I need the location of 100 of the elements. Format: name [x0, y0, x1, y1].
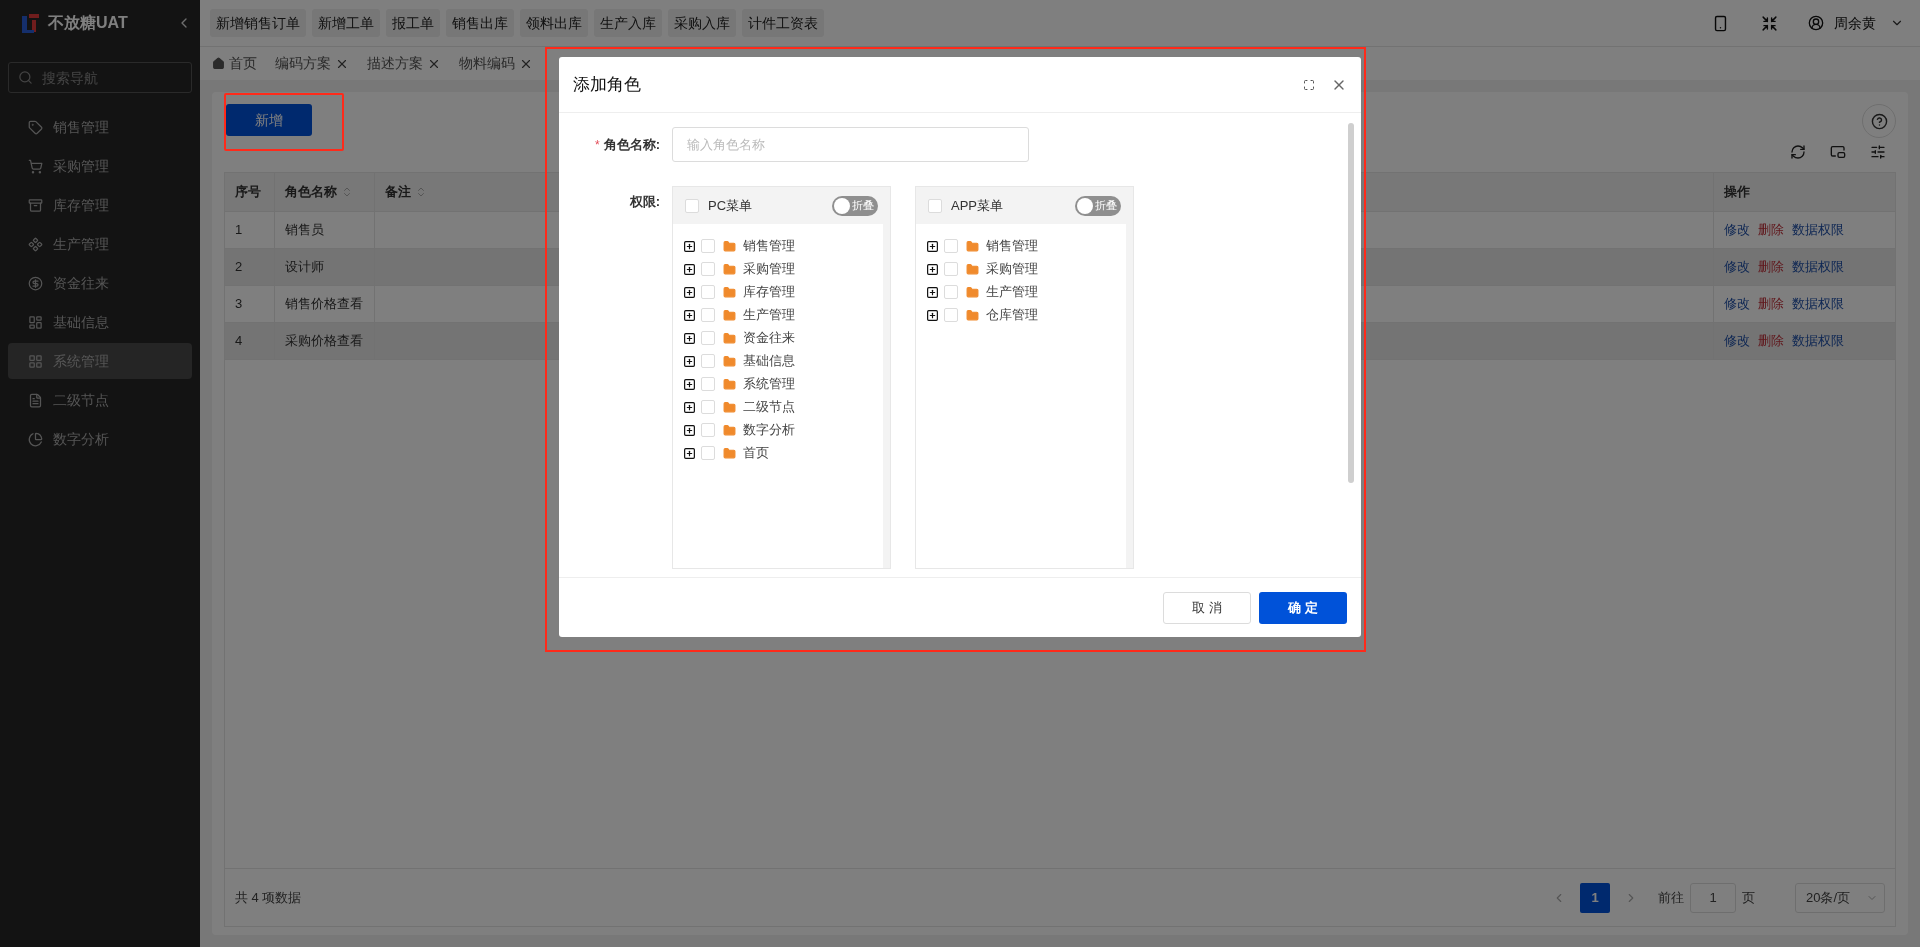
table-cell: 4 [225, 323, 275, 359]
checkbox[interactable] [701, 262, 715, 276]
tree-item-label[interactable]: 仓库管理 [986, 305, 1038, 325]
expand-icon[interactable] [926, 262, 939, 276]
tree-item-label[interactable]: 资金往来 [743, 328, 795, 348]
shrink-icon[interactable] [1761, 14, 1778, 32]
tree-item-label[interactable]: 销售管理 [743, 236, 795, 256]
quick-action-button[interactable]: 新增工单 [312, 9, 380, 37]
checkbox[interactable] [685, 198, 699, 213]
expand-icon[interactable] [683, 308, 696, 322]
sidebar-item[interactable]: 基础信息 [8, 304, 192, 340]
sidebar-item[interactable]: 库存管理 [8, 187, 192, 223]
checkbox[interactable] [701, 377, 715, 391]
sidebar-item[interactable]: 销售管理 [8, 109, 192, 145]
folder-icon [723, 446, 736, 460]
delete-link[interactable]: 删除 [1758, 257, 1784, 277]
sidebar-item[interactable]: 资金往来 [8, 265, 192, 301]
quick-action-button[interactable]: 报工单 [386, 9, 440, 37]
user-name[interactable]: 周余黄 [1834, 12, 1876, 34]
expand-icon[interactable] [683, 285, 696, 299]
tree-item-label[interactable]: 二级节点 [743, 397, 795, 417]
expand-icon[interactable] [683, 262, 696, 276]
action-link[interactable]: 修改 [1724, 220, 1750, 240]
expand-icon[interactable] [683, 377, 696, 391]
table-cell: 设计师 [275, 249, 375, 285]
sidebar-item[interactable]: 采购管理 [8, 148, 192, 184]
expand-icon[interactable] [926, 285, 939, 299]
tree-item-label[interactable]: 采购管理 [743, 259, 795, 279]
sidebar-item[interactable]: 数字分析 [8, 421, 192, 457]
expand-icon[interactable] [683, 423, 696, 437]
refresh-icon[interactable] [1790, 144, 1806, 160]
checkbox[interactable] [701, 308, 715, 322]
expand-icon[interactable] [683, 446, 696, 460]
image-icon[interactable] [1830, 144, 1846, 160]
checkbox[interactable] [944, 308, 958, 322]
expand-icon[interactable] [683, 400, 696, 414]
delete-link[interactable]: 删除 [1758, 331, 1784, 351]
collapse-toggle[interactable]: 折叠 [832, 195, 878, 216]
page-tab[interactable]: 描述方案 [367, 47, 441, 80]
page-tab[interactable]: 物料编码 [459, 47, 533, 80]
cancel-button[interactable]: 取 消 [1163, 591, 1251, 624]
confirm-button[interactable]: 确 定 [1259, 591, 1347, 624]
expand-icon[interactable] [926, 239, 939, 253]
tree-item-label[interactable]: 生产管理 [743, 305, 795, 325]
checkbox[interactable] [701, 423, 715, 437]
quick-action-button[interactable]: 计件工资表 [742, 9, 824, 37]
role-name-field[interactable]: 输入角色名称 [672, 127, 1029, 162]
action-link[interactable]: 修改 [1724, 294, 1750, 314]
quick-action-button[interactable]: 生产入库 [594, 9, 662, 37]
page-tab[interactable]: 首页 [212, 47, 257, 80]
tree-item-label[interactable]: 基础信息 [743, 351, 795, 371]
table-cell: 1 [225, 212, 275, 248]
column-header[interactable]: 角色名称 [275, 173, 375, 211]
checkbox[interactable] [701, 331, 715, 345]
sidebar-item[interactable]: 生产管理 [8, 226, 192, 262]
page-size-select[interactable]: 20条/页 [1795, 882, 1885, 913]
page-tab[interactable]: 编码方案 [275, 47, 349, 80]
column-header[interactable]: 序号 [225, 173, 275, 211]
checkbox[interactable] [701, 354, 715, 368]
tree-item-label[interactable]: 生产管理 [986, 282, 1038, 302]
checkbox[interactable] [701, 446, 715, 460]
action-link[interactable]: 数据权限 [1792, 331, 1844, 351]
column-header[interactable]: 操作 [1713, 173, 1895, 211]
column-header[interactable]: 备注 [375, 173, 535, 211]
quick-action-button[interactable]: 采购入库 [668, 9, 736, 37]
phone-icon[interactable] [1712, 14, 1729, 32]
collapse-toggle[interactable]: 折叠 [1075, 195, 1121, 216]
action-link[interactable]: 数据权限 [1792, 257, 1844, 277]
quick-action-button[interactable]: 领料出库 [520, 9, 588, 37]
tree-item-label[interactable]: 采购管理 [986, 259, 1038, 279]
checkbox[interactable] [944, 285, 958, 299]
checkbox[interactable] [944, 239, 958, 253]
checkbox[interactable] [701, 239, 715, 253]
quick-action-button[interactable]: 新增销售订单 [210, 9, 306, 37]
settings-icon[interactable] [1870, 144, 1886, 160]
scrollbar[interactable] [1348, 123, 1354, 483]
expand-icon[interactable] [683, 354, 696, 368]
checkbox[interactable] [928, 198, 942, 213]
expand-icon[interactable] [683, 239, 696, 253]
page-button[interactable]: 1 [1580, 882, 1610, 913]
delete-link[interactable]: 删除 [1758, 220, 1784, 240]
quick-action-button[interactable]: 销售出库 [446, 9, 514, 37]
delete-link[interactable]: 删除 [1758, 294, 1784, 314]
action-link[interactable]: 数据权限 [1792, 294, 1844, 314]
action-link[interactable]: 修改 [1724, 331, 1750, 351]
tree-item-label[interactable]: 系统管理 [743, 374, 795, 394]
expand-icon[interactable] [683, 331, 696, 345]
maximize-icon[interactable] [1303, 78, 1315, 91]
checkbox[interactable] [701, 400, 715, 414]
expand-icon[interactable] [926, 308, 939, 322]
goto-field[interactable]: 1 [1690, 882, 1736, 913]
checkbox[interactable] [944, 262, 958, 276]
action-link[interactable]: 数据权限 [1792, 220, 1844, 240]
tree-item-label[interactable]: 销售管理 [986, 236, 1038, 256]
action-link[interactable]: 修改 [1724, 257, 1750, 277]
tree-item-label[interactable]: 首页 [743, 443, 769, 463]
tree-item-label[interactable]: 库存管理 [743, 282, 795, 302]
tree-item-label[interactable]: 数字分析 [743, 420, 795, 440]
checkbox[interactable] [701, 285, 715, 299]
add-button[interactable]: 新增 [226, 104, 312, 136]
